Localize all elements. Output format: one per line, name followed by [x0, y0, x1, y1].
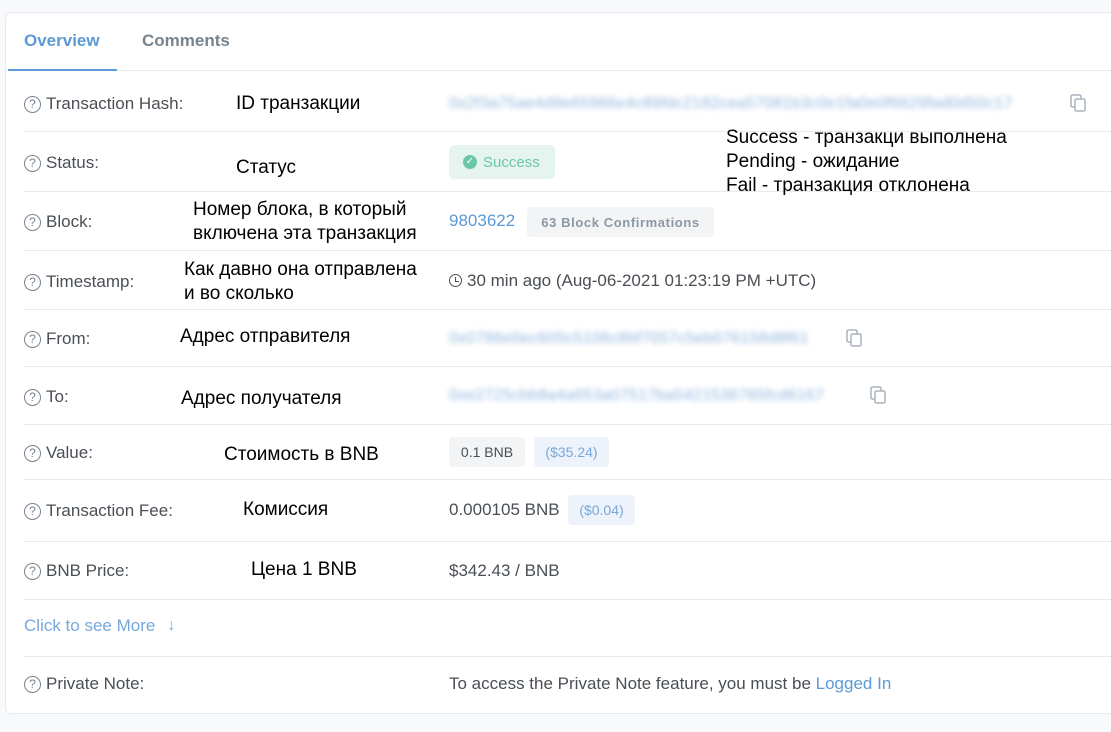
private-note-text: To access the Private Note feature, you …: [449, 674, 816, 693]
status-badge: ✓ Success: [449, 145, 555, 179]
transaction-hash-value[interactable]: 0x2f3a75ae4d9e65966e4c89fdc2182cea57081b…: [449, 95, 1013, 113]
annotation-timestamp-line2: и во сколько: [184, 283, 294, 304]
to-address-link[interactable]: 0xe2725cbb8a4a653a07517ba5421536765fcd61…: [449, 387, 824, 405]
help-icon[interactable]: ?: [24, 562, 41, 580]
fee-amount: 0.000105 BNB: [449, 500, 560, 519]
see-more-link[interactable]: Click to see More ↓: [24, 616, 175, 636]
help-icon[interactable]: ?: [24, 95, 41, 113]
annotation-status-legend: Success - транзакци выполнена Pending - …: [726, 126, 1007, 198]
block-confirmations-badge: 63 Block Confirmations: [527, 207, 714, 237]
label-transaction-fee: ? Transaction Fee:: [24, 501, 173, 521]
tab-bar: Overview Comments: [6, 13, 1111, 71]
block-number-link[interactable]: 9803622: [449, 211, 515, 231]
help-icon[interactable]: ?: [24, 213, 41, 231]
row-from: ? From: Адрес отправителя 0x0786e0ec605c…: [24, 310, 1111, 367]
annotation-block: Номер блока, в который включена эта тран…: [193, 198, 417, 246]
label-text: Transaction Hash:: [46, 94, 184, 113]
annotation-fee: Комиссия: [243, 499, 329, 520]
label-text: To:: [46, 387, 69, 406]
annotation-hash: ID транзакции: [236, 93, 361, 114]
label-block: ? Block:: [24, 212, 92, 232]
label-text: Value:: [46, 443, 93, 462]
row-transaction-hash: ? Transaction Hash: ID транзакции 0x2f3a…: [24, 71, 1111, 132]
annotation-to: Адрес получателя: [181, 388, 342, 409]
annotation-status: Статус: [236, 157, 297, 178]
fee-usd-badge: ($0.04): [568, 495, 635, 525]
label-text: Transaction Fee:: [46, 501, 173, 520]
arrow-down-icon: ↓: [167, 617, 176, 634]
timestamp-text: 30 min ago (Aug-06-2021 01:23:19 PM +UTC…: [467, 271, 817, 290]
annotation-timestamp-line1: Как давно она отправлена: [184, 259, 417, 280]
check-icon: ✓: [463, 155, 477, 169]
private-note-message: To access the Private Note feature, you …: [449, 674, 891, 694]
status-note-pending: Pending - ожидание: [726, 151, 900, 172]
annotation-block-line1: Номер блока, в который: [193, 199, 407, 220]
clock-icon: [449, 274, 462, 287]
label-bnb-price: ? BNB Price:: [24, 561, 129, 581]
annotation-price: Цена 1 BNB: [251, 559, 357, 580]
label-timestamp: ? Timestamp:: [24, 272, 134, 292]
label-text: From:: [46, 329, 91, 348]
annotation-value: Стоимость в BNB: [224, 444, 379, 465]
help-icon[interactable]: ?: [24, 444, 41, 462]
bnb-price-value: $342.43 / BNB: [449, 561, 560, 580]
label-transaction-hash: ? Transaction Hash:: [24, 94, 183, 114]
copy-icon[interactable]: [870, 386, 886, 404]
row-bnb-price: ? BNB Price: Цена 1 BNB: [24, 542, 1111, 600]
help-icon[interactable]: ?: [24, 388, 41, 406]
see-more-label: Click to see More: [24, 616, 156, 635]
help-icon[interactable]: ?: [24, 675, 41, 693]
label-to: ? To:: [24, 387, 69, 407]
from-address-link[interactable]: 0x0786e0ec605c5106c8bf7057c5eb076158d8f6…: [449, 330, 809, 348]
label-text: BNB Price:: [46, 561, 130, 580]
label-text: Private Note:: [46, 674, 145, 693]
label-text: Status:: [46, 153, 99, 172]
label-value: ? Value:: [24, 443, 93, 463]
label-status: ? Status:: [24, 153, 99, 173]
annotation-timestamp: Как давно она отправлена и во сколько: [184, 258, 417, 306]
copy-icon[interactable]: [1070, 94, 1086, 112]
label-from: ? From:: [24, 329, 90, 349]
status-note-success: Success - транзакци выполнена: [726, 127, 1007, 148]
row-to: ? To: Адрес получателя 0xe2725cbb8a4a653…: [24, 367, 1111, 425]
row-more: [24, 600, 1111, 657]
status-text: Success: [483, 153, 540, 171]
help-icon[interactable]: ?: [24, 154, 41, 172]
help-icon[interactable]: ?: [24, 273, 41, 291]
copy-icon[interactable]: [846, 329, 862, 347]
label-text: Timestamp:: [46, 272, 135, 291]
login-link[interactable]: Logged In: [816, 674, 892, 693]
tab-overview[interactable]: Overview: [24, 31, 100, 51]
label-private-note: ? Private Note:: [24, 674, 144, 694]
value-amount-badge: 0.1 BNB: [449, 437, 525, 467]
timestamp-value: 30 min ago (Aug-06-2021 01:23:19 PM +UTC…: [449, 271, 816, 291]
annotation-block-line2: включена эта транзакция: [193, 223, 417, 244]
annotation-from: Адрес отправителя: [180, 326, 351, 347]
label-text: Block:: [46, 212, 93, 231]
value-usd-badge: ($35.24): [534, 437, 609, 467]
transaction-details-card: Overview Comments ? Transaction Hash: ID…: [5, 12, 1111, 714]
help-icon[interactable]: ?: [24, 502, 41, 520]
tab-comments[interactable]: Comments: [142, 31, 230, 51]
help-icon[interactable]: ?: [24, 330, 41, 348]
